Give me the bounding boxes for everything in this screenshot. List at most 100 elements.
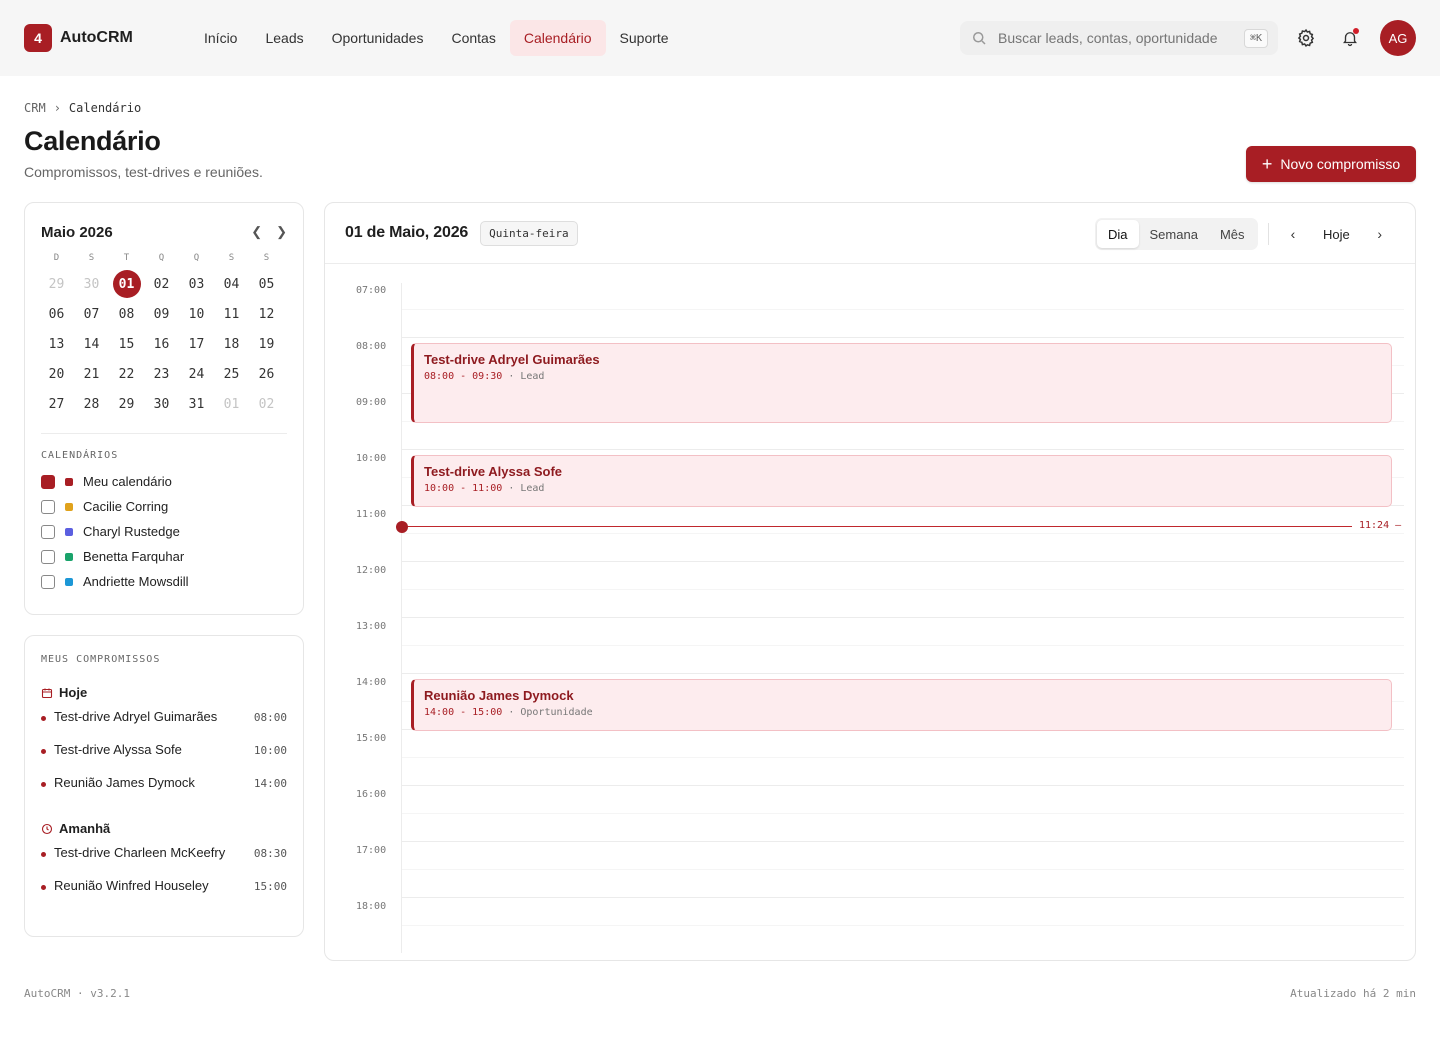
mini-calendar-day[interactable]: 01 xyxy=(214,389,249,419)
divider xyxy=(1268,223,1269,245)
mini-calendar-day[interactable]: 09 xyxy=(144,299,179,329)
chevron-left-icon[interactable]: ‹ xyxy=(1281,226,1305,242)
calendar-checkbox[interactable] xyxy=(41,474,55,489)
global-search[interactable]: ⌘K xyxy=(960,21,1278,55)
mini-calendar-day[interactable]: 29 xyxy=(109,389,144,419)
mini-calendar-day[interactable]: 16 xyxy=(144,329,179,359)
calendar-toggle-row[interactable]: Andriette Mowsdill xyxy=(41,569,287,594)
day-number: 06 xyxy=(48,306,65,322)
new-appointment-button[interactable]: + Novo compromisso xyxy=(1246,146,1416,182)
calendar-toggle-row[interactable]: Benetta Farquhar xyxy=(41,544,287,569)
mini-calendar-day[interactable]: 20 xyxy=(39,359,74,389)
nav-item-calendario[interactable]: Calendário xyxy=(509,20,606,56)
settings-button[interactable] xyxy=(1291,23,1321,53)
app-logo[interactable]: 4 AutoCRM xyxy=(24,24,133,52)
calendar-checkbox[interactable] xyxy=(41,574,55,589)
calendar-event[interactable]: Reunião James Dymock 14:00 - 15:00 · Opor… xyxy=(411,679,1392,731)
breadcrumb-root[interactable]: CRM xyxy=(24,101,46,115)
calendar-color-swatch xyxy=(65,577,73,586)
hour-label: 09:00 xyxy=(356,397,387,408)
mini-calendar-day[interactable]: 17 xyxy=(179,329,214,359)
chevron-right-icon[interactable]: › xyxy=(1368,226,1392,242)
search-input[interactable] xyxy=(998,30,1244,46)
mini-calendar-day[interactable]: 11 xyxy=(214,299,249,329)
time-grid[interactable]: 11:24 — 07:00 08:00 09:00 10:00 11:00 12:00 13… xyxy=(325,265,1415,960)
mini-calendar-day[interactable]: 29 xyxy=(39,269,74,299)
view-tab-dia[interactable]: Dia xyxy=(1097,220,1139,248)
nav-item-oportunidades[interactable]: Oportunidades xyxy=(318,20,438,56)
calendar-name: Benetta Farquhar xyxy=(83,549,185,564)
mini-calendar-day[interactable]: 30 xyxy=(144,389,179,419)
calendar-event[interactable]: Test-drive Adryel Guimarães 08:00 - 09:30… xyxy=(411,343,1392,423)
appointment-list-item[interactable]: Test-drive Alyssa Sofe 10:00 xyxy=(41,742,287,766)
calendar-checkbox[interactable] xyxy=(41,524,55,539)
mini-calendar-day[interactable]: 24 xyxy=(179,359,214,389)
mini-calendar-day[interactable]: 23 xyxy=(144,359,179,389)
appointment-list-item[interactable]: Test-drive Charleen McKeefry 08:30 xyxy=(41,845,287,869)
weekday-label: S xyxy=(263,253,270,263)
calendar-name: Meu calendário xyxy=(83,474,172,489)
mini-calendar-day[interactable]: 10 xyxy=(179,299,214,329)
mini-calendar-day[interactable]: 31 xyxy=(179,389,214,419)
view-tab-semana[interactable]: Semana xyxy=(1139,220,1209,248)
plus-icon: + xyxy=(1261,154,1273,174)
breadcrumb: CRM › Calendário xyxy=(24,101,141,115)
mini-calendar-day[interactable]: 14 xyxy=(74,329,109,359)
hour-gridline xyxy=(402,785,1404,786)
hour-label: 18:00 xyxy=(356,901,387,912)
notifications-button[interactable] xyxy=(1335,23,1365,53)
mini-calendar-day[interactable]: 25 xyxy=(214,359,249,389)
mini-calendar-day[interactable]: 30 xyxy=(74,269,109,299)
mini-calendar-day[interactable]: 18 xyxy=(214,329,249,359)
appointment-list-item[interactable]: Test-drive Adryel Guimarães 08:00 xyxy=(41,709,287,733)
appointment-list-item[interactable]: Reunião James Dymock 14:00 xyxy=(41,775,287,799)
mini-calendar-day[interactable]: 21 xyxy=(74,359,109,389)
event-title: Reunião James Dymock xyxy=(424,688,574,703)
mini-calendar-day[interactable]: 22 xyxy=(109,359,144,389)
chevron-right-icon: › xyxy=(53,101,61,115)
mini-calendar-day[interactable]: 04 xyxy=(214,269,249,299)
chevron-left-icon[interactable]: ❮ xyxy=(251,224,262,240)
mini-calendar-day[interactable]: 19 xyxy=(249,329,284,359)
calendar-toggle-row[interactable]: Charyl Rustedge xyxy=(41,519,287,544)
weekday-label: D xyxy=(53,253,60,263)
mini-calendar-day[interactable]: 15 xyxy=(109,329,144,359)
nav-item-inicio[interactable]: Início xyxy=(190,20,251,56)
user-avatar[interactable]: AG xyxy=(1380,20,1416,56)
calendar-event[interactable]: Test-drive Alyssa Sofe 10:00 - 11:00 · Le… xyxy=(411,455,1392,507)
group-tomorrow-label: Amanhã xyxy=(59,821,111,836)
calendar-toggle-row[interactable]: Cacilie Corring xyxy=(41,494,287,519)
mini-calendar-day[interactable]: 26 xyxy=(249,359,284,389)
appointment-time: 14:00 xyxy=(253,777,287,790)
today-button[interactable]: Hoje xyxy=(1305,227,1368,242)
mini-calendar-day[interactable]: 02 xyxy=(249,389,284,419)
calendar-checkbox[interactable] xyxy=(41,499,55,514)
mini-calendar-day-selected[interactable]: 01 xyxy=(109,269,144,299)
view-tab-mes[interactable]: Mês xyxy=(1209,220,1256,248)
mini-calendar-day[interactable]: 06 xyxy=(39,299,74,329)
mini-calendar-day[interactable]: 07 xyxy=(74,299,109,329)
page-title: Calendário xyxy=(24,126,161,156)
mini-calendar-day[interactable]: 02 xyxy=(144,269,179,299)
mini-calendar-day[interactable]: 28 xyxy=(74,389,109,419)
appointment-list-item[interactable]: Reunião Winfred Houseley 15:00 xyxy=(41,878,287,902)
half-hour-gridline xyxy=(402,309,1404,310)
nav-item-contas[interactable]: Contas xyxy=(437,20,509,56)
mini-calendar-days: 29 30 01 02 03 04 05 06 07 08 09 10 11 12 13 14 15 16 17 18… xyxy=(39,269,287,419)
chevron-right-icon[interactable]: ❯ xyxy=(276,224,287,240)
day-number: 24 xyxy=(188,366,205,382)
nav-item-leads[interactable]: Leads xyxy=(251,20,317,56)
mini-calendar-day[interactable]: 27 xyxy=(39,389,74,419)
mini-calendar-day[interactable]: 05 xyxy=(249,269,284,299)
day-number: 07 xyxy=(83,306,100,322)
hour-gridline xyxy=(402,449,1404,450)
mini-calendar-day[interactable]: 12 xyxy=(249,299,284,329)
mini-calendar-day[interactable]: 08 xyxy=(109,299,144,329)
nav-item-suporte[interactable]: Suporte xyxy=(606,20,683,56)
mini-calendar-day[interactable]: 03 xyxy=(179,269,214,299)
mini-calendar-day[interactable]: 13 xyxy=(39,329,74,359)
group-tomorrow: Amanhã xyxy=(41,821,287,836)
calendar-toggle-row[interactable]: Meu calendário xyxy=(41,469,287,494)
appointment-time: 15:00 xyxy=(253,880,287,893)
calendar-checkbox[interactable] xyxy=(41,549,55,564)
